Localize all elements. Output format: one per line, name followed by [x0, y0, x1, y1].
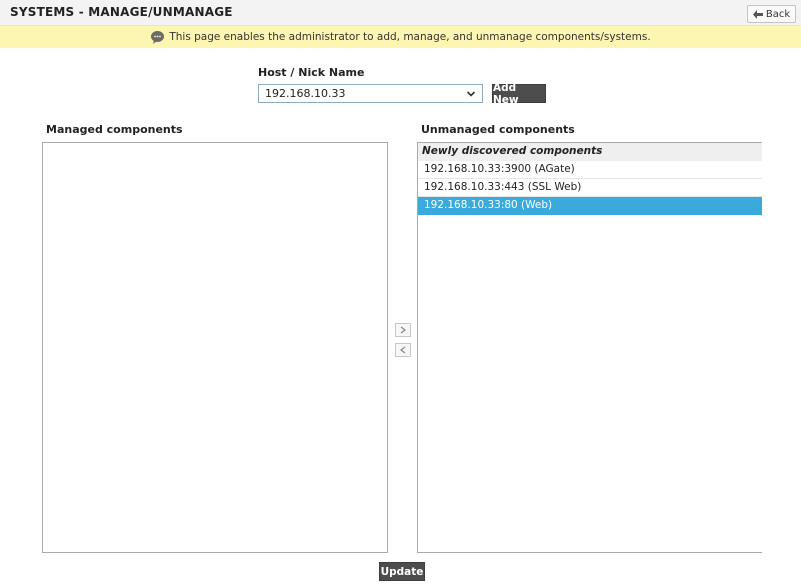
page-title: SYSTEMS - MANAGE/UNMANAGE — [10, 5, 233, 19]
move-to-unmanaged-button[interactable] — [395, 323, 411, 337]
back-button-label: Back — [765, 8, 791, 20]
back-button[interactable]: Back — [747, 5, 796, 23]
info-banner: This page enables the administrator to a… — [0, 26, 801, 48]
title-bar: SYSTEMS - MANAGE/UNMANAGE Back — [0, 0, 801, 26]
option-group-newly-discovered: Newly discovered components — [418, 143, 762, 161]
move-to-managed-button[interactable] — [395, 343, 411, 357]
speech-bubble-icon — [151, 30, 165, 44]
host-select[interactable]: 192.168.10.33 — [258, 84, 483, 103]
host-select-value: 192.168.10.33 — [265, 87, 346, 100]
back-arrow-icon — [752, 9, 763, 19]
managed-components-label: Managed components — [46, 123, 183, 136]
unmanaged-components-label: Unmanaged components — [421, 123, 575, 136]
unmanaged-option[interactable]: 192.168.10.33:3900 (AGate) — [418, 161, 762, 179]
chevron-right-icon — [400, 326, 406, 334]
add-new-button[interactable]: Add New — [492, 82, 546, 106]
chevron-down-icon — [466, 90, 476, 97]
update-button[interactable]: Update — [379, 562, 425, 581]
unmanaged-option[interactable]: 192.168.10.33:80 (Web) — [418, 197, 762, 215]
managed-components-list[interactable] — [42, 142, 388, 553]
unmanaged-components-list[interactable]: Newly discovered components 192.168.10.3… — [417, 142, 762, 553]
chevron-left-icon — [400, 346, 406, 354]
info-message: This page enables the administrator to a… — [169, 31, 651, 43]
host-label: Host / Nick Name — [258, 66, 365, 79]
unmanaged-option[interactable]: 192.168.10.33:443 (SSL Web) — [418, 179, 762, 197]
